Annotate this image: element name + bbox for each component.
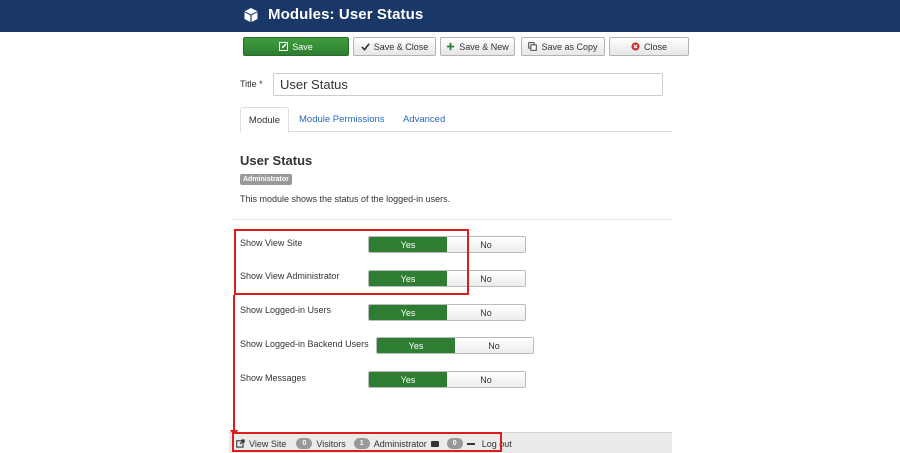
toggle-yes-button[interactable]: Yes <box>377 338 455 353</box>
tab-module-permissions[interactable]: Module Permissions <box>299 107 385 132</box>
annotation-arrow-line <box>233 295 235 436</box>
save-new-label: Save & New <box>459 41 509 52</box>
save-button-label: Save <box>292 41 313 52</box>
close-button[interactable]: Close <box>609 37 689 56</box>
top-header-bar: Modules: User Status <box>0 0 900 32</box>
module-description: This module shows the status of the logg… <box>240 194 451 204</box>
tab-bar: Module Module Permissions Advanced <box>240 107 672 133</box>
module-heading: User Status <box>240 153 313 168</box>
title-input[interactable] <box>273 73 663 96</box>
toggle-show-logged-in-backend-users: Yes No <box>376 337 534 354</box>
close-circle-icon <box>631 42 640 51</box>
toggle-no-button[interactable]: No <box>455 338 533 353</box>
toggle-no-button[interactable]: No <box>447 372 525 387</box>
copy-icon <box>528 42 538 51</box>
option-label-show-logged-in-backend-users: Show Logged-in Backend Users <box>240 339 369 349</box>
save-copy-label: Save as Copy <box>541 41 598 52</box>
option-label-show-logged-in-users: Show Logged-in Users <box>240 305 332 315</box>
toggle-yes-button[interactable]: Yes <box>369 372 447 387</box>
save-copy-button[interactable]: Save as Copy <box>521 37 605 56</box>
highlight-box <box>234 229 469 295</box>
save-button[interactable]: Save <box>243 37 349 56</box>
client-badge: Administrator <box>240 174 292 185</box>
toggle-show-messages: Yes No <box>368 371 526 388</box>
save-close-label: Save & Close <box>373 41 429 52</box>
toggle-show-logged-in-users: Yes No <box>368 304 526 321</box>
toggle-no-button[interactable]: No <box>447 305 525 320</box>
check-icon <box>361 43 370 51</box>
plus-icon <box>447 42 455 51</box>
save-new-button[interactable]: Save & New <box>440 37 515 56</box>
save-close-button[interactable]: Save & Close <box>353 37 436 56</box>
toggle-yes-button[interactable]: Yes <box>369 305 447 320</box>
divider <box>232 219 672 220</box>
cube-icon <box>244 8 258 22</box>
tab-module[interactable]: Module <box>240 107 289 133</box>
tab-advanced[interactable]: Advanced <box>403 107 445 132</box>
option-label-show-messages: Show Messages <box>240 373 307 383</box>
page-title: Modules: User Status <box>268 6 424 23</box>
edit-icon <box>279 42 289 51</box>
title-field-label: Title * <box>240 79 263 89</box>
status-highlight-box <box>232 432 502 452</box>
close-label: Close <box>643 41 667 52</box>
